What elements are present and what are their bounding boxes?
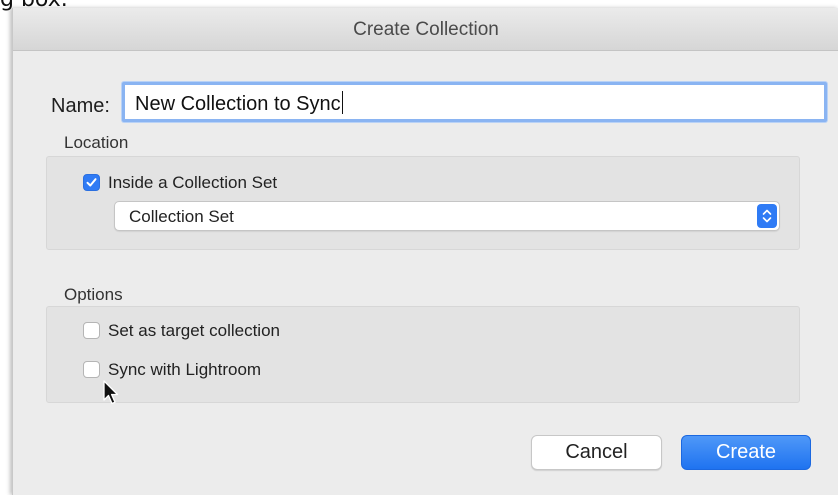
create-collection-dialog: Create Collection Name: New Collection t… xyxy=(12,8,838,495)
inside-collection-set-label: Inside a Collection Set xyxy=(108,173,278,192)
inside-collection-set-checkbox[interactable] xyxy=(83,174,100,191)
name-input[interactable]: New Collection to Sync xyxy=(122,82,827,122)
set-as-target-checkbox[interactable] xyxy=(83,322,100,339)
collection-set-select[interactable]: Collection Set xyxy=(114,201,780,231)
name-input-value: New Collection to Sync xyxy=(135,91,343,115)
dialog-title: Create Collection xyxy=(353,19,499,40)
text-caret xyxy=(341,91,343,114)
options-section-label: Options xyxy=(64,285,123,304)
create-button[interactable]: Create xyxy=(681,435,811,470)
title-bar[interactable]: Create Collection xyxy=(13,8,838,51)
mouse-pointer-icon xyxy=(103,380,119,405)
sync-with-lightroom-label: Sync with Lightroom xyxy=(108,360,262,379)
collection-set-select-value: Collection Set xyxy=(129,207,234,226)
sync-with-lightroom-checkbox[interactable] xyxy=(83,361,100,378)
checkmark-icon xyxy=(86,178,97,187)
up-down-chevron-icon xyxy=(757,204,777,228)
location-section-label: Location xyxy=(64,133,129,152)
cancel-button[interactable]: Cancel xyxy=(531,435,662,470)
set-as-target-label: Set as target collection xyxy=(108,321,280,340)
name-label: Name: xyxy=(51,95,110,117)
